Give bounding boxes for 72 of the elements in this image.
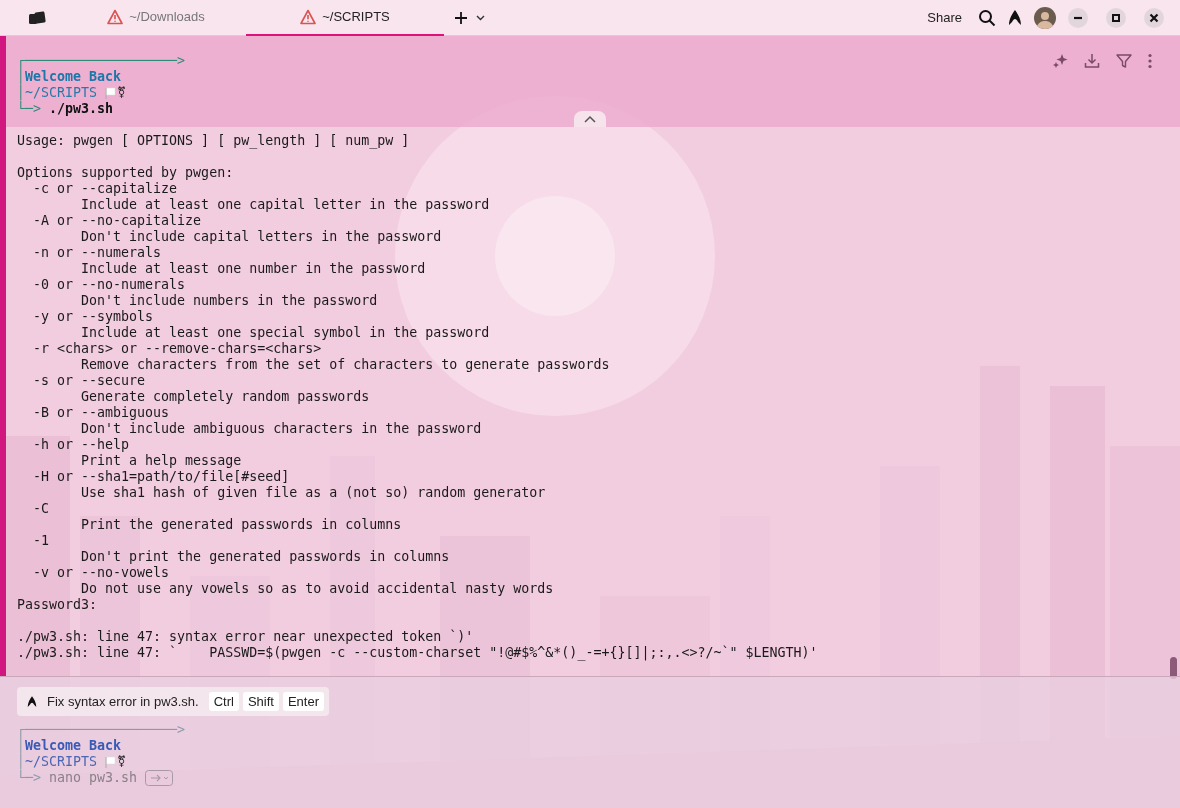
key-hint: Shift <box>242 692 279 711</box>
output-line: -r <chars> or --remove-chars=<chars> <box>32 341 323 357</box>
key-hint: Enter <box>282 692 325 711</box>
output-line: -C <box>32 501 51 517</box>
chevron-up-icon <box>584 115 596 123</box>
output-line: -B or --ambiguous <box>32 405 171 421</box>
warning-icon <box>300 8 317 25</box>
prompt-frame: │ <box>17 85 25 101</box>
logo-icon[interactable] <box>1008 9 1022 26</box>
output-line: -1 <box>32 533 51 549</box>
maximize-button[interactable] <box>1106 7 1126 28</box>
workspace-icon[interactable] <box>28 10 46 25</box>
prompt-frame: └─> <box>17 770 42 786</box>
gender-symbol: ⚧ <box>117 754 127 770</box>
prompt-path: ~/SCRIPTS <box>25 85 98 100</box>
output-line: Include at least one capital letter in the password <box>80 197 491 213</box>
output-line: Don't include numbers in the password <box>80 293 379 309</box>
output-line: ./pw3.sh: line 47: ` PASSWD=$(pwgen -c --custom-charset "!@#$%^&*()_-=+{}[]|;:,.<>?/~`" $LENGTH)' <box>17 645 819 661</box>
prompt-frame: ┌───────────────────> <box>17 53 186 69</box>
logo-icon <box>27 695 37 708</box>
sparkle-icon[interactable] <box>1052 53 1068 69</box>
warning-icon <box>107 8 124 25</box>
search-icon[interactable] <box>978 8 996 27</box>
filter-icon[interactable] <box>1116 53 1132 69</box>
prompt-frame: ┌───────────────────> <box>17 722 186 738</box>
prompt-path: ~/SCRIPTS <box>25 754 98 769</box>
output-line: Password3: <box>17 597 99 613</box>
suggestion-text: Fix syntax error in pw3.sh. <box>47 694 199 709</box>
greeting: Welcome Back <box>25 69 122 85</box>
output-line: ./pw3.sh: line 47: syntax error near unexpected token `)' <box>17 629 475 645</box>
prompt-frame: │ <box>17 754 25 770</box>
greeting: Welcome Back <box>25 738 122 754</box>
caret-icon[interactable] <box>476 14 485 21</box>
output-line: Don't include ambiguous characters in the password <box>80 421 483 437</box>
output-line: Options supported by pwgen: <box>17 165 235 181</box>
flag-icon <box>105 87 118 99</box>
key-hint: Ctrl <box>208 692 239 711</box>
more-icon[interactable] <box>1148 53 1152 69</box>
suggestion-chip[interactable]: Fix syntax error in pw3.sh. Ctrl Shift Enter <box>17 687 330 716</box>
output-line: Include at least one special symbol in the password <box>80 325 491 341</box>
output-line: Use sha1 hash of given file as a (not so) random generator <box>80 485 547 501</box>
output-line: -y or --symbols <box>32 309 155 325</box>
download-icon[interactable] <box>1084 53 1100 69</box>
output-line: Do not use any vowels so as to avoid accidental nasty words <box>80 581 555 597</box>
prompt-frame: │ <box>17 69 25 85</box>
output-line: -v or --no-vowels <box>32 565 171 581</box>
output-line: -H or --sha1=path/to/file[#seed] <box>32 469 291 485</box>
gender-symbol: ⚧ <box>117 85 127 101</box>
command: ./pw3.sh <box>49 101 114 117</box>
output-line: -h or --help <box>32 437 131 453</box>
output-line: -c or --capitalize <box>32 181 179 197</box>
new-tab-icon[interactable] <box>454 10 468 25</box>
share-button[interactable]: Share <box>921 6 968 29</box>
close-button[interactable] <box>1144 7 1164 28</box>
output-line: Remove characters from the set of characters to generate passwords <box>80 357 611 373</box>
avatar-icon[interactable] <box>1034 6 1056 29</box>
flag-icon <box>105 756 118 768</box>
output-line: Generate completely random passwords <box>80 389 371 405</box>
prompt-frame: └─> <box>17 101 42 117</box>
output-line: Print a help message <box>80 453 243 469</box>
output-line: Don't include capital letters in the password <box>80 229 443 245</box>
output-line: -n or --numerals <box>32 245 163 261</box>
output-line: Don't print the generated passwords in columns <box>80 549 451 565</box>
prompt-frame: │ <box>17 738 25 754</box>
output-line: -s or --secure <box>32 373 147 389</box>
output-line: Include at least one number in the password <box>80 261 427 277</box>
output-line: Print the generated passwords in columns <box>80 517 403 533</box>
tab[interactable]: ~/Downloads <box>66 0 246 36</box>
output-line: Usage: pwgen [ OPTIONS ] [ pw_length ] [ num_pw ] <box>17 133 411 149</box>
minimize-button[interactable] <box>1068 7 1088 28</box>
output-line: -A or --no-capitalize <box>32 213 203 229</box>
output-line: -0 or --no-numerals <box>32 277 187 293</box>
